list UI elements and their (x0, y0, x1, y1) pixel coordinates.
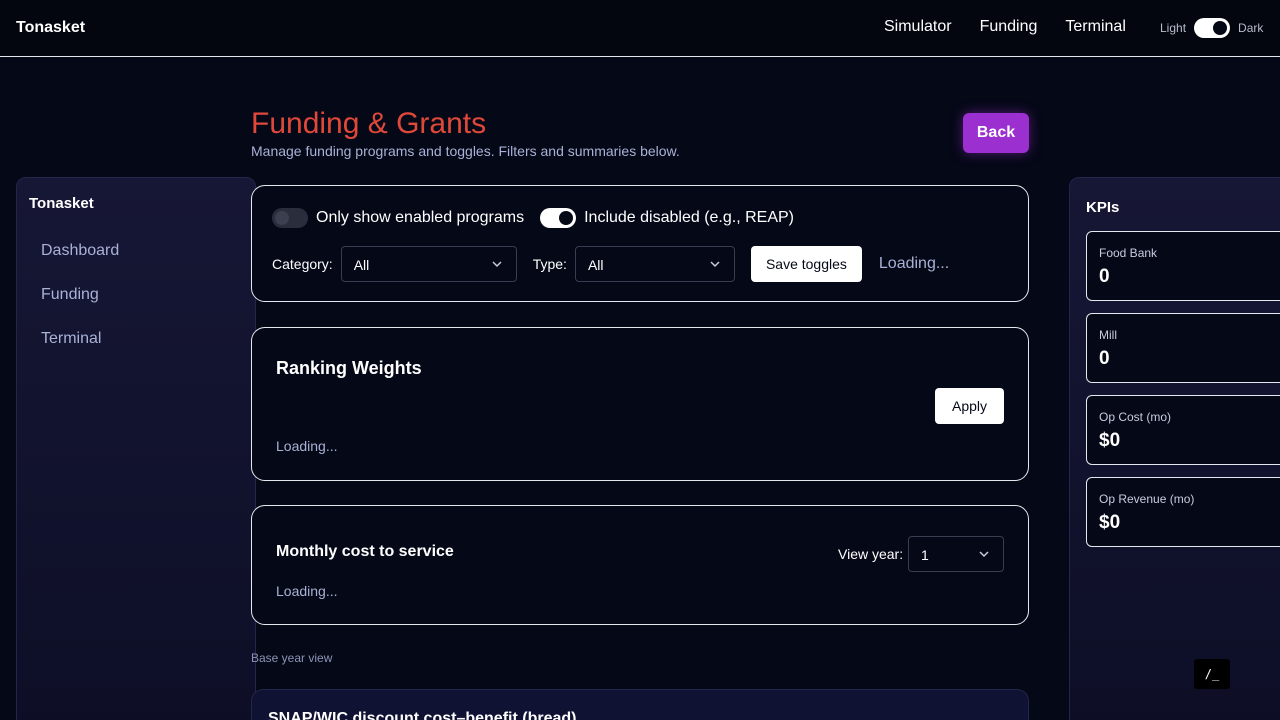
category-label: Category: (272, 256, 333, 272)
filter-selects-row: Category: All Type: All Save toggles Loa… (272, 246, 949, 282)
page-subtitle: Manage funding programs and toggles. Fil… (251, 143, 680, 159)
only-enabled-toggle[interactable] (272, 208, 308, 228)
view-year-label: View year: (838, 546, 904, 562)
kpi-value: $0 (1099, 430, 1121, 451)
apply-button[interactable]: Apply (935, 388, 1005, 424)
monthly-cost-card: Monthly cost to service View year: 1 Loa… (251, 505, 1029, 625)
kpi-title: KPIs (1086, 199, 1120, 216)
category-select[interactable]: All (340, 246, 517, 282)
include-disabled-group: Include disabled (e.g., REAP) (540, 208, 794, 228)
nav-link-terminal[interactable]: Terminal (1065, 18, 1125, 36)
kpi-value: 0 (1099, 348, 1110, 369)
sidebar-item-terminal[interactable]: Terminal (41, 330, 101, 348)
chevron-down-icon (710, 261, 720, 268)
sidebar-item-dashboard[interactable]: Dashboard (41, 242, 119, 260)
filters-status: Loading... (878, 255, 950, 272)
only-enabled-label: Only show enabled programs (316, 209, 525, 226)
snap-wic-card: SNAP/WIC discount cost–benefit (bread) (251, 689, 1029, 720)
nav-links: Simulator Funding Terminal (884, 18, 1126, 36)
sidebar-title: Tonasket (29, 195, 94, 212)
theme-switch[interactable] (1194, 18, 1231, 38)
view-year-value: 1 (921, 547, 929, 563)
snap-wic-title: SNAP/WIC discount cost–benefit (bread) (268, 710, 577, 720)
category-value: All (353, 257, 370, 273)
base-year-caption: Base year view (251, 651, 333, 665)
kpi-panel: KPIs Food Bank 0 Mill 0 Op Cost (mo) $0 … (1069, 177, 1280, 720)
only-enabled-group: Only show enabled programs (272, 208, 524, 228)
view-year-select[interactable]: 1 (908, 536, 1004, 572)
kpi-label: Food Bank (1099, 246, 1158, 260)
kpi-value: $0 (1099, 512, 1121, 533)
save-toggles-button[interactable]: Save toggles (750, 246, 862, 282)
type-value: All (587, 257, 604, 273)
chevron-down-icon (979, 551, 989, 558)
ranking-status: Loading... (276, 438, 338, 454)
kpi-card-mill: Mill 0 (1086, 313, 1280, 383)
kpi-card-food-bank: Food Bank 0 (1086, 231, 1280, 301)
kpi-card-op-cost: Op Cost (mo) $0 (1086, 395, 1280, 465)
brand-logo[interactable]: Tonasket (16, 19, 85, 37)
ranking-weights-card: Ranking Weights Apply Loading... (251, 327, 1029, 481)
sidebar: Tonasket Dashboard Funding Terminal (16, 177, 256, 720)
switch-knob (275, 211, 289, 225)
nav-link-simulator[interactable]: Simulator (884, 18, 952, 36)
back-button[interactable]: Back (963, 113, 1029, 153)
page-title: Funding & Grants (251, 107, 487, 140)
kpi-label: Op Cost (mo) (1099, 410, 1172, 424)
theme-toggle: Light Dark (1160, 18, 1263, 38)
monthly-title: Monthly cost to service (276, 543, 454, 560)
terminal-icon[interactable]: /_ (1194, 659, 1230, 689)
monthly-status: Loading... (276, 583, 338, 599)
kpi-label: Mill (1099, 328, 1117, 342)
switch-knob (1213, 21, 1228, 35)
kpi-value: 0 (1099, 266, 1110, 287)
type-label: Type: (532, 256, 567, 272)
kpi-card-op-revenue: Op Revenue (mo) $0 (1086, 477, 1280, 547)
kpi-label: Op Revenue (mo) (1099, 492, 1195, 506)
nav-link-funding[interactable]: Funding (980, 18, 1038, 36)
filters-card: Only show enabled programs Include disab… (251, 185, 1029, 302)
chevron-down-icon (492, 261, 502, 268)
filter-toggles-row: Only show enabled programs Include disab… (272, 208, 802, 228)
switch-knob (559, 211, 574, 225)
theme-light-label: Light (1160, 21, 1187, 35)
theme-dark-label: Dark (1238, 21, 1264, 35)
type-select[interactable]: All (574, 246, 735, 282)
top-navbar: Tonasket Simulator Funding Terminal Ligh… (0, 0, 1280, 57)
include-disabled-toggle[interactable] (540, 208, 577, 228)
ranking-title: Ranking Weights (276, 358, 422, 378)
sidebar-item-funding[interactable]: Funding (41, 286, 99, 304)
include-disabled-label: Include disabled (e.g., REAP) (584, 209, 794, 226)
